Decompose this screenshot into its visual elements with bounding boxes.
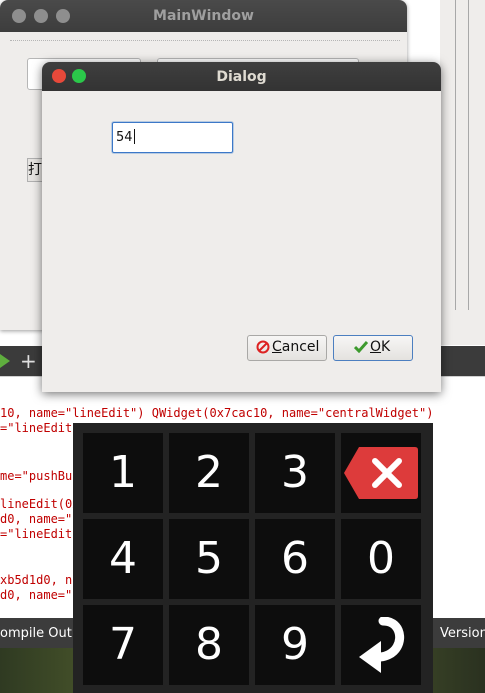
panel-divider <box>455 0 456 310</box>
key-label: 4 <box>109 533 137 584</box>
key-label: 5 <box>195 533 223 584</box>
key-label: 0 <box>367 533 395 584</box>
ide-side-panel <box>440 0 485 345</box>
console-line: ="lineEdit" <box>0 421 80 435</box>
checkmark-icon <box>354 341 368 353</box>
key-9[interactable]: 9 <box>255 605 335 685</box>
console-line: me="pushBut <box>0 469 80 483</box>
key-label: 9 <box>281 619 309 670</box>
key-7[interactable]: 7 <box>83 605 163 685</box>
key-6[interactable]: 6 <box>255 519 335 599</box>
dialog-titlebar[interactable]: Dialog <box>42 62 441 91</box>
console-line: d0, name="l <box>0 512 80 526</box>
version-control-tab[interactable]: Version <box>440 626 485 641</box>
cancel-label: Cancel <box>272 339 320 355</box>
enter-arrow-icon <box>359 617 405 673</box>
ok-label: OK <box>370 339 391 355</box>
panel-divider <box>468 0 469 310</box>
key-enter[interactable] <box>341 605 421 685</box>
toolbar-handle <box>10 40 400 42</box>
cancel-icon <box>256 340 270 354</box>
key-label: 2 <box>195 447 223 498</box>
numeric-keypad: 1 2 3 4 5 6 0 7 8 9 <box>73 423 433 693</box>
main-window-title: MainWindow <box>153 8 254 24</box>
key-label: 3 <box>281 447 309 498</box>
backspace-icon <box>344 447 418 499</box>
dialog-title: Dialog <box>216 69 267 85</box>
console-line: ="lineEdit" <box>0 527 80 541</box>
key-label: 6 <box>281 533 309 584</box>
add-icon[interactable]: + <box>20 349 37 373</box>
dialog-window: Dialog 54 Cancel OK <box>42 62 441 392</box>
key-5[interactable]: 5 <box>169 519 249 599</box>
run-icon[interactable] <box>0 354 12 368</box>
console-line: d0, name="l <box>0 588 80 602</box>
key-backspace[interactable] <box>341 433 421 513</box>
key-3[interactable]: 3 <box>255 433 335 513</box>
key-label: 8 <box>195 619 223 670</box>
cancel-button[interactable]: Cancel <box>247 335 327 361</box>
key-8[interactable]: 8 <box>169 605 249 685</box>
key-1[interactable]: 1 <box>83 433 163 513</box>
console-line: 10, name="lineEdit") QWidget(0x7cac10, n… <box>0 406 434 420</box>
key-label: 7 <box>109 619 137 670</box>
console-line: xb5d1d0, na <box>0 573 80 587</box>
key-0[interactable]: 0 <box>341 519 421 599</box>
line-edit-text: 54 <box>116 129 135 145</box>
main-window-titlebar[interactable]: MainWindow <box>0 0 407 32</box>
compile-output-tab[interactable]: ompile Out <box>0 626 72 641</box>
text-cursor <box>133 129 135 144</box>
key-4[interactable]: 4 <box>83 519 163 599</box>
dialog-line-edit[interactable]: 54 <box>112 122 233 153</box>
ok-button[interactable]: OK <box>333 335 413 361</box>
key-2[interactable]: 2 <box>169 433 249 513</box>
key-label: 1 <box>109 447 137 498</box>
